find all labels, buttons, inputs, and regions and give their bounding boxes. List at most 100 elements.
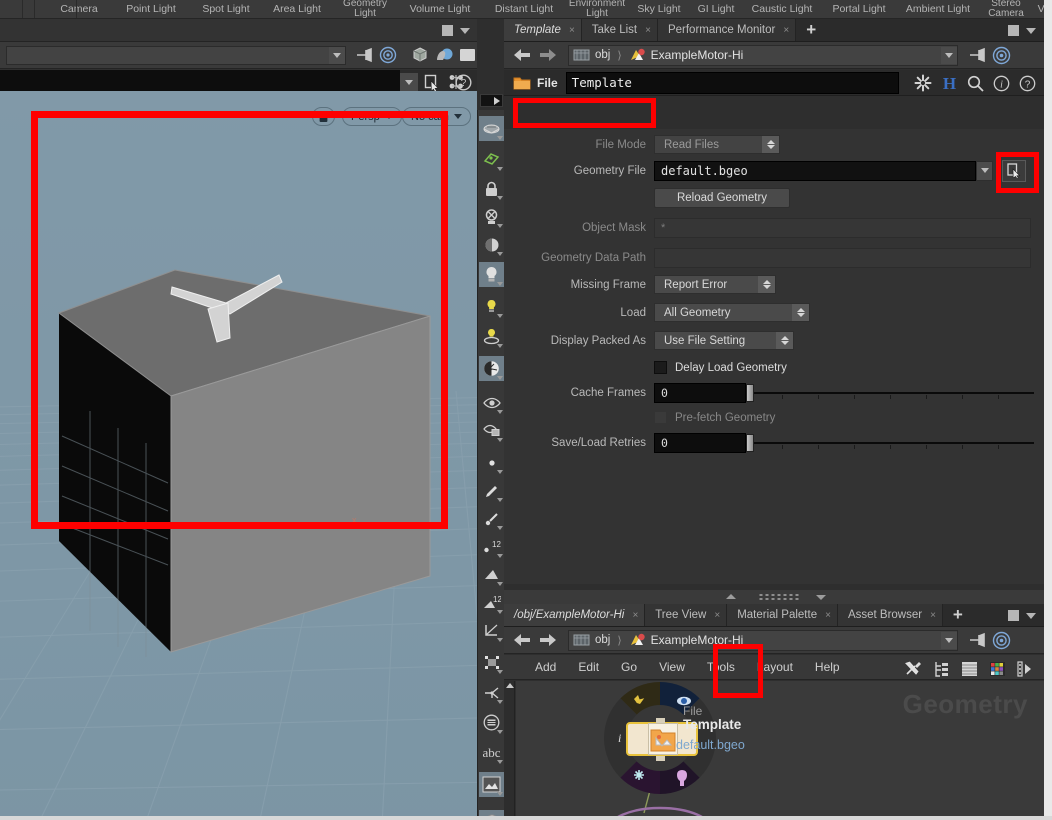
lock-tool[interactable] [479,176,504,201]
viewport-help-icon[interactable]: ? [455,74,472,91]
parameter-path-dropdown-icon[interactable] [941,46,957,64]
shelf-item-caustic-light[interactable]: Caustic Light [742,0,822,18]
spinner-icon[interactable] [792,304,809,321]
select-tool[interactable] [479,147,504,172]
help-icon[interactable]: ? [1019,75,1036,92]
light-pivot-tool[interactable] [479,324,504,349]
close-icon[interactable]: × [645,25,651,36]
network-menu-view[interactable]: View [648,660,696,674]
network-pane-maximize-icon[interactable] [1008,610,1019,621]
parameter-path-bar[interactable]: obj ⟩ ExampleMotor-Hi [504,42,1044,69]
param-menu-file-mode[interactable]: Read Files [654,135,780,154]
param-slider-cache-frames[interactable] [746,383,1034,403]
network-path-bar[interactable]: obj ⟩ ExampleMotor-Hi [504,627,1044,654]
geometry-file-dropdown-icon[interactable] [976,160,993,181]
viewport-op-dropdown-icon[interactable] [400,73,418,91]
info-icon[interactable]: i [993,75,1010,92]
shelf-item-environment-light[interactable]: Environment Light [566,0,628,18]
headlight-tool[interactable] [479,294,504,319]
close-icon[interactable]: × [569,25,575,36]
nav-back-icon[interactable] [512,47,532,63]
param-menu-missing-frame[interactable]: Report Error [654,275,776,294]
network-add-tab-button[interactable]: + [943,604,973,626]
prim-number-tool[interactable]: 12 [479,590,504,615]
network-path-field[interactable]: obj ⟩ ExampleMotor-Hi [568,629,958,651]
viewport-display-toolbar[interactable]: 12 12 abc [477,94,504,820]
parameter-pane-maximize-icon[interactable] [1008,25,1019,36]
parameter-tab-template[interactable]: Template × [504,19,582,41]
camera-visibility-tool[interactable] [479,418,504,443]
close-icon[interactable]: × [632,610,638,621]
normals-tool[interactable] [479,618,504,643]
tools-wrench-icon[interactable] [905,660,923,678]
gear-icon[interactable] [914,74,932,92]
background-image-tool[interactable] [479,772,504,797]
param-input-cache-frames[interactable]: 0 [654,382,746,403]
parameter-tab-take-list[interactable]: Take List × [581,19,658,41]
shelf-item-point-light[interactable]: Point Light [112,0,190,18]
shelf-item-spot-light[interactable]: Spot Light [190,0,262,18]
param-menu-display-packed-as[interactable]: Use File Setting [654,331,794,350]
network-tab-obj-examplemotor-hi[interactable]: /obj/ExampleMotor-Hi × [504,604,646,626]
background-icon[interactable] [458,47,477,64]
viewport-toolbar-scroll-right[interactable] [480,94,503,107]
shelf-item-geometry-light[interactable]: Geometry Light [334,0,396,18]
houdini-h-icon[interactable]: H [941,74,958,92]
view-tool[interactable] [479,116,504,141]
network-pane-tabstrip[interactable]: /obj/ExampleMotor-Hi × Tree View × Material … [504,604,1044,627]
node-name-field[interactable]: Template [565,71,899,94]
splitter-grip[interactable] [758,593,800,600]
vector-display-tool[interactable] [479,680,504,705]
spinner-icon[interactable] [762,136,779,153]
select-cursor-icon[interactable] [424,74,441,91]
close-icon[interactable]: × [783,25,789,36]
network-target-icon[interactable] [992,631,1011,650]
network-menu-add[interactable]: Add [524,660,567,674]
display-options-icon[interactable] [1017,661,1034,677]
spinner-icon[interactable] [758,276,775,293]
prim-display-tool[interactable] [479,562,504,587]
shelf-item-area-light[interactable]: Area Light [262,0,332,18]
material-icon[interactable] [434,46,454,64]
close-icon[interactable]: × [714,610,720,621]
parameter-pane-tabstrip[interactable]: Template × Take List × Performance Monitor × + [504,19,1044,42]
spinner-icon[interactable] [776,332,793,349]
pane-splitter[interactable] [504,590,1044,604]
camera-target-icon[interactable] [379,46,397,64]
network-menu-go[interactable]: Go [610,660,648,674]
param-checkbox-delay-load-geometry[interactable] [654,361,667,374]
parameter-target-icon[interactable] [992,46,1011,65]
point-number-12-tool[interactable]: 12 [479,534,504,559]
pin-icon[interactable] [355,47,373,63]
color-palette-icon[interactable] [989,661,1006,677]
shelf-item-gi-light[interactable]: GI Light [690,0,742,18]
parameter-path-field[interactable]: obj ⟩ ExampleMotor-Hi [568,44,958,66]
network-nav-back-icon[interactable] [512,632,532,648]
shelf-item-ambient-light[interactable]: Ambient Light [896,0,980,18]
param-slider-save-load-retries[interactable] [746,433,1034,453]
group-list-tool[interactable] [479,710,504,735]
param-input-geometry-data-path[interactable] [654,247,1031,268]
shelf-item-volume-light[interactable]: Volume Light [400,0,480,18]
scene-viewport[interactable]: x Persp No cam [0,91,477,820]
shading-tool[interactable] [479,232,504,257]
point-number-tool[interactable] [479,506,504,531]
shelf-item-distant-light[interactable]: Distant Light [484,0,564,18]
close-icon[interactable]: × [930,610,936,621]
network-pane-menu-chevron-icon[interactable] [1026,613,1036,619]
splitter-collapse-up-icon[interactable] [726,594,736,599]
network-menu-edit[interactable]: Edit [567,660,610,674]
param-checkbox-pre-fetch-geometry[interactable] [654,411,667,424]
bounding-box-tool[interactable] [479,650,504,675]
shelf-toolbar[interactable]: Camera Point Light Spot Light Area Light Geo… [0,0,1052,19]
handle-tool[interactable] [479,204,504,229]
parameter-tab-performance-monitor[interactable]: Performance Monitor × [657,19,797,41]
parameter-add-tab-button[interactable]: + [796,19,826,41]
splitter-collapse-down-icon[interactable] [816,595,826,600]
point-display-tool[interactable] [479,450,504,475]
network-nav-forward-icon[interactable] [538,632,558,648]
parameter-header-icons[interactable]: H i ? [914,74,1036,92]
node-output-connector[interactable] [656,756,665,761]
text-display-tool[interactable]: abc [479,740,504,765]
parameter-pane-menu-chevron-icon[interactable] [1026,28,1036,34]
